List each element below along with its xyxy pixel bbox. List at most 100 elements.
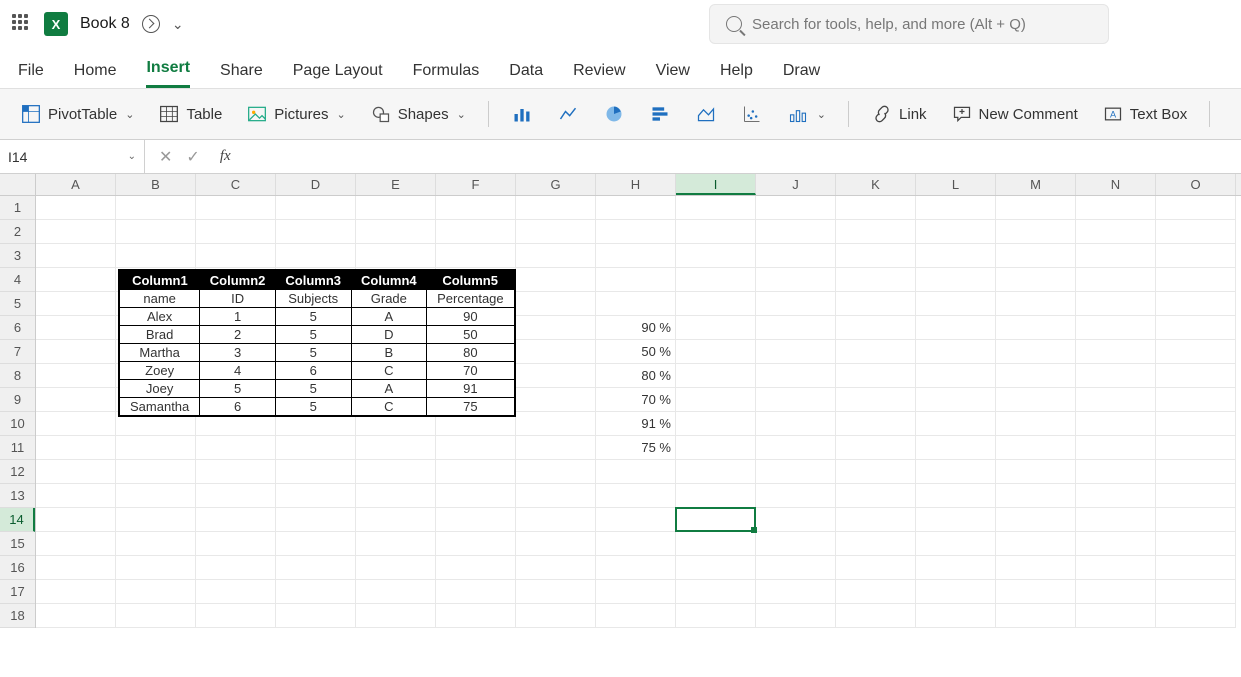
cell-O8[interactable] [1156, 364, 1236, 388]
cell-N7[interactable] [1076, 340, 1156, 364]
cell-M8[interactable] [996, 364, 1076, 388]
cell-E17[interactable] [356, 580, 436, 604]
cell-J6[interactable] [756, 316, 836, 340]
combo-chart-button[interactable]: ⌄ [781, 100, 832, 128]
cell-N5[interactable] [1076, 292, 1156, 316]
cell-C15[interactable] [196, 532, 276, 556]
cell-O11[interactable] [1156, 436, 1236, 460]
cell-F11[interactable] [436, 436, 516, 460]
cell-J15[interactable] [756, 532, 836, 556]
cell-I2[interactable] [676, 220, 756, 244]
row-header-6[interactable]: 6 [0, 316, 35, 340]
cell-J2[interactable] [756, 220, 836, 244]
cell-M17[interactable] [996, 580, 1076, 604]
cell-O3[interactable] [1156, 244, 1236, 268]
col-header-M[interactable]: M [996, 174, 1076, 195]
row-header-4[interactable]: 4 [0, 268, 35, 292]
cell-A6[interactable] [36, 316, 116, 340]
cell-L13[interactable] [916, 484, 996, 508]
cell-D12[interactable] [276, 460, 356, 484]
cell-A14[interactable] [36, 508, 116, 532]
cell-E12[interactable] [356, 460, 436, 484]
cell-J13[interactable] [756, 484, 836, 508]
select-all-corner[interactable] [0, 174, 36, 196]
cell-M4[interactable] [996, 268, 1076, 292]
cell-I18[interactable] [676, 604, 756, 628]
cell-A17[interactable] [36, 580, 116, 604]
cell-O17[interactable] [1156, 580, 1236, 604]
cell-J7[interactable] [756, 340, 836, 364]
cell-J10[interactable] [756, 412, 836, 436]
cell-C11[interactable] [196, 436, 276, 460]
row-header-12[interactable]: 12 [0, 460, 35, 484]
link-button[interactable]: Link [865, 100, 933, 128]
cell-G9[interactable] [516, 388, 596, 412]
cell-A7[interactable] [36, 340, 116, 364]
cell-H7[interactable]: 50 % [596, 340, 676, 364]
pictures-button[interactable]: Pictures⌄ [240, 100, 351, 128]
row-header-17[interactable]: 17 [0, 580, 35, 604]
cell-F18[interactable] [436, 604, 516, 628]
cell-K15[interactable] [836, 532, 916, 556]
cell-H12[interactable] [596, 460, 676, 484]
cell-A3[interactable] [36, 244, 116, 268]
tab-view[interactable]: View [656, 62, 690, 88]
column-chart-button[interactable] [505, 100, 539, 128]
cell-K10[interactable] [836, 412, 916, 436]
cell-B13[interactable] [116, 484, 196, 508]
cell-L7[interactable] [916, 340, 996, 364]
cell-N9[interactable] [1076, 388, 1156, 412]
cell-K2[interactable] [836, 220, 916, 244]
cell-I9[interactable] [676, 388, 756, 412]
cell-O14[interactable] [1156, 508, 1236, 532]
col-header-F[interactable]: F [436, 174, 516, 195]
cell-L12[interactable] [916, 460, 996, 484]
cell-B16[interactable] [116, 556, 196, 580]
cell-H15[interactable] [596, 532, 676, 556]
search-input[interactable]: Search for tools, help, and more (Alt + … [709, 4, 1109, 44]
cell-C3[interactable] [196, 244, 276, 268]
tab-draw[interactable]: Draw [783, 62, 820, 88]
cell-D16[interactable] [276, 556, 356, 580]
cell-M2[interactable] [996, 220, 1076, 244]
cell-D3[interactable] [276, 244, 356, 268]
cell-O7[interactable] [1156, 340, 1236, 364]
col-header-E[interactable]: E [356, 174, 436, 195]
cell-B12[interactable] [116, 460, 196, 484]
cell-L5[interactable] [916, 292, 996, 316]
table-button[interactable]: Table [152, 100, 228, 128]
cell-H13[interactable] [596, 484, 676, 508]
cell-C2[interactable] [196, 220, 276, 244]
cell-L18[interactable] [916, 604, 996, 628]
formula-input[interactable] [231, 140, 1241, 173]
cell-G7[interactable] [516, 340, 596, 364]
cell-L4[interactable] [916, 268, 996, 292]
cell-K3[interactable] [836, 244, 916, 268]
cell-F17[interactable] [436, 580, 516, 604]
cell-H6[interactable]: 90 % [596, 316, 676, 340]
cell-B18[interactable] [116, 604, 196, 628]
row-header-9[interactable]: 9 [0, 388, 35, 412]
cell-K5[interactable] [836, 292, 916, 316]
cell-G10[interactable] [516, 412, 596, 436]
cell-D13[interactable] [276, 484, 356, 508]
cell-A11[interactable] [36, 436, 116, 460]
cell-G11[interactable] [516, 436, 596, 460]
cell-J1[interactable] [756, 196, 836, 220]
cell-D15[interactable] [276, 532, 356, 556]
cell-N15[interactable] [1076, 532, 1156, 556]
cell-A9[interactable] [36, 388, 116, 412]
cell-O18[interactable] [1156, 604, 1236, 628]
cell-L6[interactable] [916, 316, 996, 340]
cell-N16[interactable] [1076, 556, 1156, 580]
cell-C16[interactable] [196, 556, 276, 580]
cell-C13[interactable] [196, 484, 276, 508]
cell-H3[interactable] [596, 244, 676, 268]
cell-L3[interactable] [916, 244, 996, 268]
cell-H18[interactable] [596, 604, 676, 628]
cell-B2[interactable] [116, 220, 196, 244]
cell-I15[interactable] [676, 532, 756, 556]
tab-review[interactable]: Review [573, 62, 625, 88]
cell-G15[interactable] [516, 532, 596, 556]
cell-J17[interactable] [756, 580, 836, 604]
